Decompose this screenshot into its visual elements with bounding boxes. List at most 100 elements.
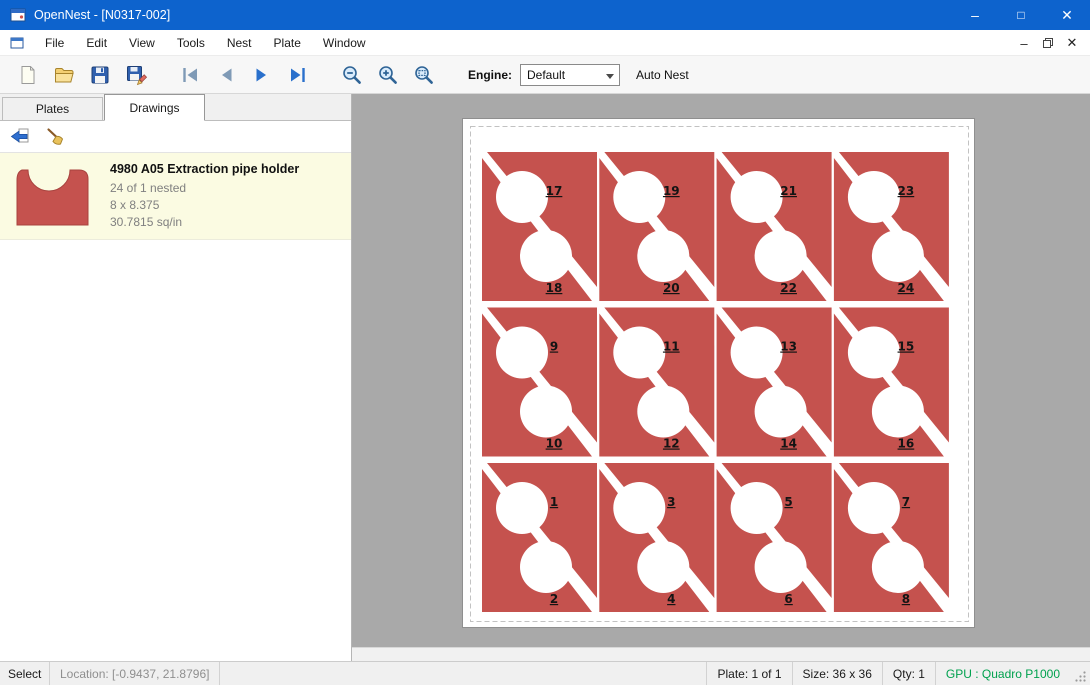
engine-select[interactable]: Default <box>520 64 620 86</box>
zoom-window-icon <box>413 64 435 86</box>
document-window-icon <box>10 36 24 50</box>
broom-icon <box>45 126 67 148</box>
sidebar-tabs: Plates Drawings <box>0 94 351 121</box>
svg-text:4: 4 <box>667 592 675 606</box>
mdi-close-button[interactable]: ✕ <box>1060 32 1084 54</box>
content-area: Plates Drawings <box>0 94 1090 661</box>
svg-text:7: 7 <box>902 495 910 509</box>
menu-file[interactable]: File <box>34 30 75 56</box>
mdi-minimize-button[interactable]: – <box>1012 32 1036 54</box>
svg-text:14: 14 <box>780 437 797 451</box>
menu-nest[interactable]: Nest <box>216 30 263 56</box>
window-controls: – □ ✕ <box>952 0 1090 30</box>
grip-dots-icon <box>1075 670 1087 682</box>
save-as-icon <box>125 64 147 86</box>
svg-text:5: 5 <box>784 495 792 509</box>
nav-previous-button[interactable] <box>210 61 242 89</box>
svg-text:24: 24 <box>898 281 915 295</box>
broom-button[interactable] <box>42 124 70 150</box>
tab-plates[interactable]: Plates <box>2 97 103 120</box>
svg-text:18: 18 <box>546 281 563 295</box>
svg-text:3: 3 <box>667 495 675 509</box>
nav-first-icon <box>179 64 201 86</box>
open-folder-button[interactable] <box>48 61 80 89</box>
mdi-restore-button[interactable] <box>1036 32 1060 54</box>
import-drawing-button[interactable] <box>6 124 34 150</box>
drawing-dimensions: 8 x 8.375 <box>110 197 299 214</box>
zoom-in-button[interactable] <box>372 61 404 89</box>
nested-pair[interactable]: 1920 <box>599 152 714 301</box>
menubar: File Edit View Tools Nest Plate Window –… <box>0 30 1090 56</box>
svg-text:19: 19 <box>663 184 680 198</box>
import-arrow-icon <box>9 127 31 147</box>
nav-next-icon <box>251 64 273 86</box>
chevron-down-icon <box>606 74 614 79</box>
minimize-button[interactable]: – <box>952 0 998 30</box>
statusbar-location: Location: [-0.9437, 21.8796] <box>50 662 220 685</box>
nested-pair[interactable]: 2324 <box>834 152 949 301</box>
nested-pair[interactable]: 2122 <box>717 152 832 301</box>
app-icon <box>10 7 26 23</box>
nested-pair[interactable]: 56 <box>717 463 832 612</box>
plate[interactable]: 171819202122232491011121314151612345678 <box>462 118 975 628</box>
menu-tools[interactable]: Tools <box>166 30 216 56</box>
statusbar-qty: Qty: 1 <box>882 662 935 685</box>
nested-pair[interactable]: 1516 <box>834 308 949 457</box>
resize-grip[interactable] <box>1070 662 1090 685</box>
save-icon <box>89 64 111 86</box>
svg-text:12: 12 <box>663 437 680 451</box>
toolbar: Engine: Default Auto Nest <box>0 56 1090 94</box>
svg-text:17: 17 <box>546 184 563 198</box>
main-canvas[interactable]: 171819202122232491011121314151612345678 <box>352 94 1090 661</box>
nested-pair[interactable]: 11 12 <box>599 308 714 457</box>
nav-last-button[interactable] <box>282 61 314 89</box>
zoom-out-button[interactable] <box>336 61 368 89</box>
drawing-meta: 4980 A05 Extraction pipe holder 24 of 1 … <box>110 162 299 231</box>
menu-window[interactable]: Window <box>312 30 377 56</box>
svg-text:10: 10 <box>546 437 563 451</box>
drawing-area: 30.7815 sq/in <box>110 214 299 231</box>
sidebar: Plates Drawings <box>0 94 352 661</box>
nav-next-button[interactable] <box>246 61 278 89</box>
maximize-button[interactable]: □ <box>998 0 1044 30</box>
svg-text:20: 20 <box>663 281 680 295</box>
svg-text:21: 21 <box>780 184 797 198</box>
menu-plate[interactable]: Plate <box>263 30 312 56</box>
auto-nest-button[interactable]: Auto Nest <box>636 68 689 82</box>
statusbar-plate: Plate: 1 of 1 <box>706 662 791 685</box>
svg-text:9: 9 <box>550 340 558 354</box>
svg-text:1: 1 <box>550 495 558 509</box>
menu-edit[interactable]: Edit <box>75 30 118 56</box>
save-as-button[interactable] <box>120 61 152 89</box>
zoom-window-button[interactable] <box>408 61 440 89</box>
nested-pair[interactable]: 13 14 <box>717 308 832 457</box>
mdi-window-controls: – ✕ <box>1012 30 1084 56</box>
svg-text:13: 13 <box>780 340 797 354</box>
nav-previous-icon <box>215 64 237 86</box>
part-thumbnail-icon <box>10 161 96 231</box>
restore-icon <box>1042 37 1054 49</box>
engine-selected-value: Default <box>527 68 565 82</box>
nested-pair[interactable]: 34 <box>599 463 714 612</box>
nested-pair[interactable]: 78 <box>834 463 949 612</box>
titlebar: OpenNest - [N0317-002] – □ ✕ <box>0 0 1090 30</box>
statusbar-mode: Select <box>0 662 50 685</box>
opennest-window: OpenNest - [N0317-002] – □ ✕ File Edit V… <box>0 0 1090 685</box>
horizontal-scrollbar[interactable] <box>352 647 1090 661</box>
nav-first-button[interactable] <box>174 61 206 89</box>
svg-text:11: 11 <box>663 340 680 354</box>
close-button[interactable]: ✕ <box>1044 0 1090 30</box>
new-document-button[interactable] <box>12 61 44 89</box>
save-button[interactable] <box>84 61 116 89</box>
nested-pair[interactable]: 12 <box>482 463 597 612</box>
drawing-list-item[interactable]: 4980 A05 Extraction pipe holder 24 of 1 … <box>0 153 351 240</box>
zoom-in-icon <box>377 64 399 86</box>
drawing-title: 4980 A05 Extraction pipe holder <box>110 162 299 176</box>
nested-pair[interactable]: 9 10 <box>482 308 597 457</box>
tab-drawings[interactable]: Drawings <box>104 94 205 121</box>
svg-text:15: 15 <box>898 340 915 354</box>
nested-pair[interactable]: 1718 <box>482 152 597 301</box>
statusbar-gpu: GPU : Quadro P1000 <box>935 662 1070 685</box>
menu-view[interactable]: View <box>118 30 166 56</box>
drawing-nested-count: 24 of 1 nested <box>110 180 299 197</box>
